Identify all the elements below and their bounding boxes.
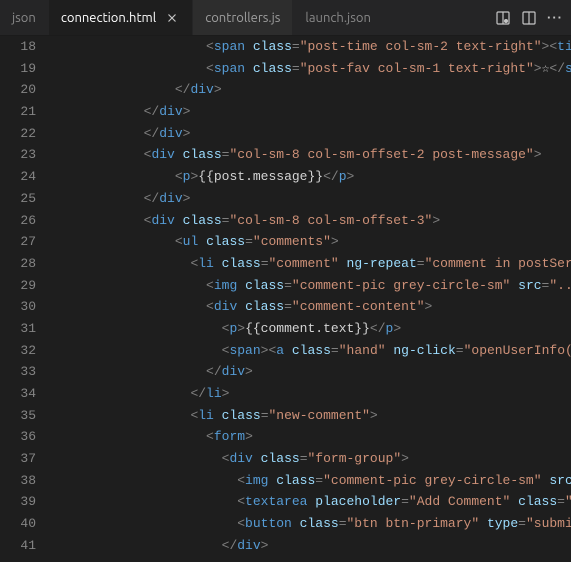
- code-line[interactable]: <img class="comment-pic grey-circle-sm" …: [50, 275, 571, 297]
- code-line[interactable]: <span class="post-fav col-sm-1 text-righ…: [50, 58, 571, 80]
- tab-label: launch.json: [305, 11, 370, 25]
- code-line[interactable]: <div class="comment-content">: [50, 296, 571, 318]
- line-number: 30: [0, 296, 36, 318]
- line-number: 34: [0, 383, 36, 405]
- line-number: 19: [0, 58, 36, 80]
- code-line[interactable]: <li class="new-comment">: [50, 405, 571, 427]
- line-number: 23: [0, 144, 36, 166]
- line-number: 26: [0, 210, 36, 232]
- tab-label: json: [12, 11, 36, 25]
- code-line[interactable]: <div class="col-sm-8 col-sm-offset-3">: [50, 210, 571, 232]
- code-line[interactable]: </div>: [50, 361, 571, 383]
- line-number: 39: [0, 491, 36, 513]
- code-line[interactable]: <p>{{post.message}}</p>: [50, 166, 571, 188]
- code-line[interactable]: </div>: [50, 101, 571, 123]
- code-line[interactable]: </div>: [50, 188, 571, 210]
- editor-tabbar: json connection.html controllers.js laun…: [0, 0, 571, 36]
- tabbar-spacer: [384, 0, 487, 35]
- code-line[interactable]: <div class="form-group">: [50, 448, 571, 470]
- line-number: 31: [0, 318, 36, 340]
- line-number: 24: [0, 166, 36, 188]
- line-number: 41: [0, 535, 36, 557]
- line-number: 33: [0, 361, 36, 383]
- code-content[interactable]: <span class="post-time col-sm-2 text-rig…: [50, 36, 571, 562]
- close-icon[interactable]: [164, 10, 180, 26]
- tab-label: connection.html: [61, 11, 156, 25]
- code-line[interactable]: <img class="comment-pic grey-circle-sm" …: [50, 470, 571, 492]
- code-editor[interactable]: 1819202122232425262728293031323334353637…: [0, 36, 571, 562]
- line-number: 37: [0, 448, 36, 470]
- code-line[interactable]: <button class="btn btn-primary" type="su…: [50, 513, 571, 535]
- code-line[interactable]: </li>: [50, 383, 571, 405]
- code-line[interactable]: </div>: [50, 79, 571, 101]
- code-line[interactable]: <p>{{comment.text}}</p>: [50, 318, 571, 340]
- line-number: 18: [0, 36, 36, 58]
- tab-actions: ···: [487, 0, 571, 35]
- line-number: 25: [0, 188, 36, 210]
- line-number: 29: [0, 275, 36, 297]
- line-number: 38: [0, 470, 36, 492]
- line-number: 32: [0, 340, 36, 362]
- code-line[interactable]: <form>: [50, 426, 571, 448]
- line-number: 28: [0, 253, 36, 275]
- line-number: 35: [0, 405, 36, 427]
- code-line[interactable]: <ul class="comments">: [50, 231, 571, 253]
- tab-json[interactable]: json: [0, 0, 49, 35]
- line-number: 21: [0, 101, 36, 123]
- more-actions-icon[interactable]: ···: [547, 10, 563, 25]
- line-number-gutter: 1819202122232425262728293031323334353637…: [0, 36, 50, 562]
- code-line[interactable]: <span class="post-time col-sm-2 text-rig…: [50, 36, 571, 58]
- tab-controllers-js[interactable]: controllers.js: [193, 0, 293, 35]
- code-line[interactable]: </div>: [50, 535, 571, 557]
- code-line[interactable]: <div class="col-sm-8 col-sm-offset-2 pos…: [50, 144, 571, 166]
- preview-icon[interactable]: [495, 10, 511, 26]
- code-line[interactable]: <span><a class="hand" ng-click="openUser…: [50, 340, 571, 362]
- tab-connection-html[interactable]: connection.html: [49, 0, 193, 35]
- code-line[interactable]: <textarea placeholder="Add Comment" clas…: [50, 491, 571, 513]
- tab-label: controllers.js: [205, 11, 280, 25]
- code-line[interactable]: </div>: [50, 123, 571, 145]
- line-number: 27: [0, 231, 36, 253]
- code-line[interactable]: <li class="comment" ng-repeat="comment i…: [50, 253, 571, 275]
- tab-launch-json[interactable]: launch.json: [293, 0, 383, 35]
- line-number: 20: [0, 79, 36, 101]
- line-number: 22: [0, 123, 36, 145]
- line-number: 36: [0, 426, 36, 448]
- split-editor-icon[interactable]: [521, 10, 537, 26]
- line-number: 40: [0, 513, 36, 535]
